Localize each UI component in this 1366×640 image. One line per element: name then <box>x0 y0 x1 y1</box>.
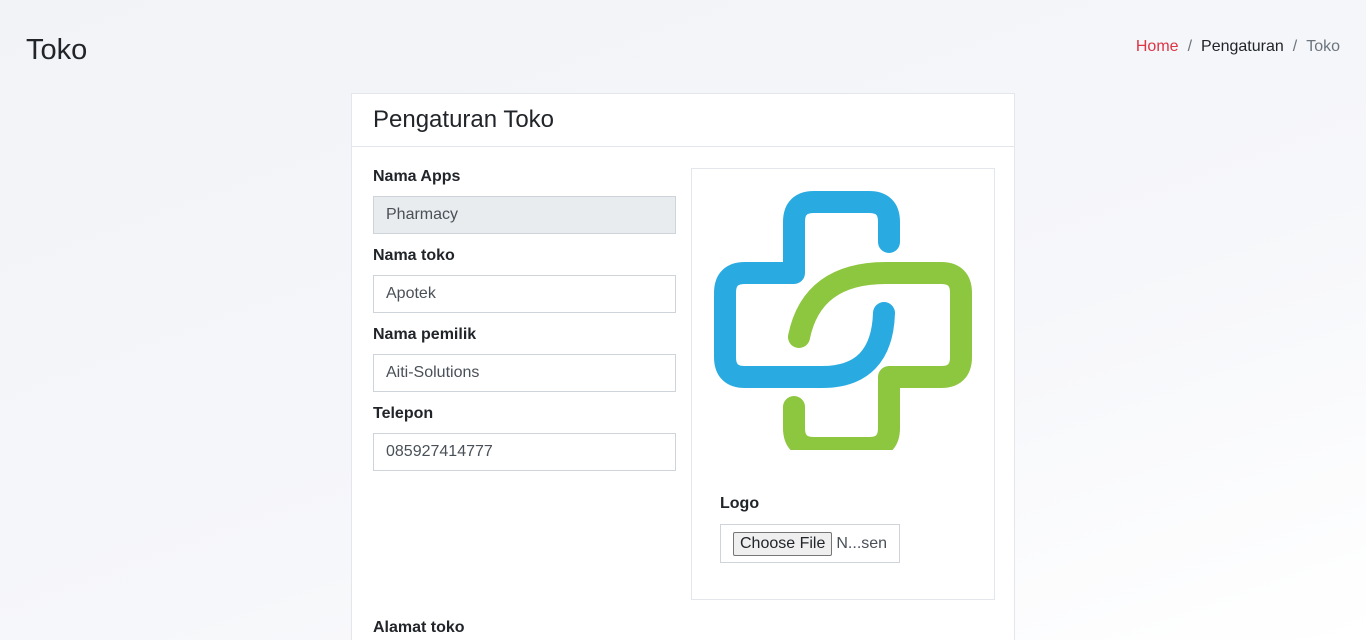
page-title: Toko <box>26 34 88 66</box>
breadcrumb-home-link[interactable]: Home <box>1136 38 1179 56</box>
nama-apps-input[interactable] <box>373 196 676 234</box>
store-settings-card: Pengaturan Toko Nama Apps Nama toko Nama… <box>351 93 1015 640</box>
breadcrumb-pengaturan-link[interactable]: Pengaturan <box>1201 38 1284 56</box>
file-status-text: N...sen <box>836 534 888 552</box>
breadcrumb-separator: / <box>1187 38 1193 55</box>
breadcrumb: Home / Pengaturan / Toko <box>1136 38 1340 56</box>
nama-toko-label: Nama toko <box>373 247 455 264</box>
choose-file-button[interactable]: Choose File <box>733 531 833 556</box>
alamat-toko-label: Alamat toko <box>373 619 465 636</box>
logo-blue-stroke <box>714 191 900 388</box>
nama-pemilik-label: Nama pemilik <box>373 326 477 343</box>
pharmacy-cross-logo-image <box>714 191 972 450</box>
form-group-telepon: Telepon <box>373 405 676 471</box>
nama-pemilik-input[interactable] <box>373 354 676 392</box>
card-title: Pengaturan Toko <box>373 106 555 133</box>
logo-panel: Logo Choose File N...sen <box>691 168 995 600</box>
store-form: Nama Apps Nama toko Nama pemilik Telepon <box>373 168 676 484</box>
form-group-nama-toko: Nama toko <box>373 247 676 313</box>
telepon-label: Telepon <box>373 405 434 422</box>
form-group-nama-pemilik: Nama pemilik <box>373 326 676 392</box>
nama-toko-input[interactable] <box>373 275 676 313</box>
nama-apps-label: Nama Apps <box>373 168 461 185</box>
telepon-input[interactable] <box>373 433 676 471</box>
card-header: Pengaturan Toko <box>352 94 1014 147</box>
breadcrumb-separator: / <box>1292 38 1298 55</box>
logo-label: Logo <box>720 495 760 512</box>
form-group-nama-apps: Nama Apps <box>373 168 676 234</box>
logo-file-input[interactable]: Choose File N...sen <box>720 524 900 563</box>
breadcrumb-current: Toko <box>1306 38 1340 55</box>
